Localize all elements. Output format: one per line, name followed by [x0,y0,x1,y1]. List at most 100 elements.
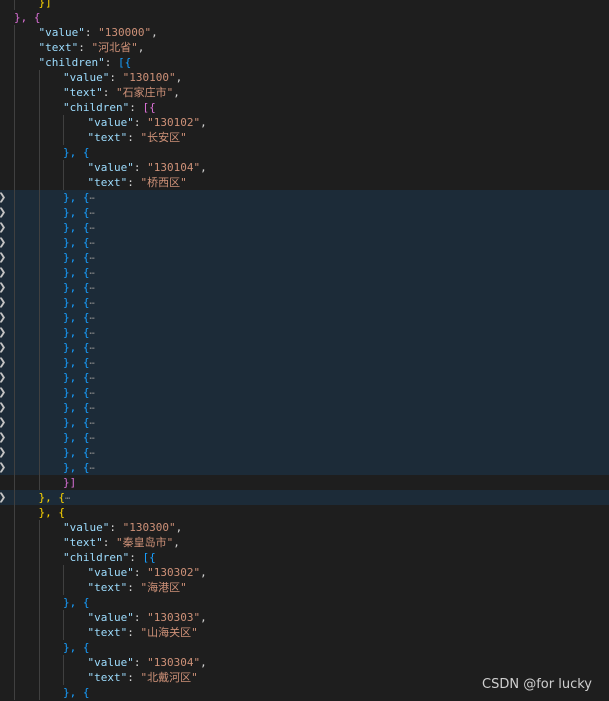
code-token: "河北省" [91,41,138,54]
chevron-right-icon[interactable]: ❯ [0,207,8,218]
code-line[interactable]: "children": [{ [0,55,609,70]
code-line[interactable]: }, { [0,10,609,25]
fold-ellipsis[interactable]: ⋯ [65,494,71,504]
chevron-right-icon[interactable]: ❯ [0,447,8,458]
chevron-right-icon[interactable]: ❯ [0,192,8,203]
folded-code-line[interactable]: ❯}, {⋯ [0,295,609,310]
code-token: }, { [14,11,41,24]
code-line[interactable]: "children": [{ [0,550,609,565]
chevron-right-icon[interactable]: ❯ [0,372,8,383]
folded-code-line[interactable]: ❯}, {⋯ [0,370,609,385]
folded-code-line[interactable]: ❯}, {⋯ [0,385,609,400]
folded-code-line[interactable]: ❯}, {⋯ [0,340,609,355]
fold-ellipsis[interactable]: ⋯ [90,284,96,294]
code-line[interactable]: }] [0,0,609,10]
code-line[interactable]: "value": "130300", [0,520,609,535]
fold-ellipsis[interactable]: ⋯ [90,359,96,369]
code-text: "text": "河北省", [39,40,145,55]
chevron-right-icon[interactable]: ❯ [0,297,8,308]
chevron-right-icon[interactable]: ❯ [0,492,8,503]
indent-guide [14,100,15,115]
fold-ellipsis[interactable]: ⋯ [90,374,96,384]
code-line[interactable]: "text": "桥西区" [0,175,609,190]
chevron-right-icon[interactable]: ❯ [0,222,8,233]
indent-guide [14,475,15,490]
code-line[interactable]: }, { [0,505,609,520]
chevron-right-icon[interactable]: ❯ [0,417,8,428]
fold-ellipsis[interactable]: ⋯ [90,449,96,459]
code-line[interactable]: "value": "130104", [0,160,609,175]
fold-ellipsis[interactable]: ⋯ [90,464,96,474]
code-line[interactable]: }] [0,475,609,490]
code-line[interactable]: "text": "秦皇岛市", [0,535,609,550]
folded-code-line[interactable]: ❯}, {⋯ [0,280,609,295]
chevron-right-icon[interactable]: ❯ [0,267,8,278]
indent-guide [14,115,15,130]
chevron-right-icon[interactable]: ❯ [0,387,8,398]
fold-ellipsis[interactable]: ⋯ [90,209,96,219]
folded-code-line[interactable]: ❯}, {⋯ [0,310,609,325]
code-line[interactable]: "value": "130102", [0,115,609,130]
folded-code-line[interactable]: ❯}, {⋯ [0,250,609,265]
fold-ellipsis[interactable]: ⋯ [90,254,96,264]
folded-code-line[interactable]: ❯}, {⋯ [0,445,609,460]
indent-guide [14,370,15,385]
folded-code-line[interactable]: ❯}, {⋯ [0,490,609,505]
code-line[interactable]: "children": [{ [0,100,609,115]
indent-guide [14,385,15,400]
folded-code-line[interactable]: ❯}, {⋯ [0,355,609,370]
code-line[interactable]: "value": "130302", [0,565,609,580]
folded-code-line[interactable]: ❯}, {⋯ [0,400,609,415]
code-line[interactable]: "value": "130303", [0,610,609,625]
folded-code-line[interactable]: ❯}, {⋯ [0,235,609,250]
fold-ellipsis[interactable]: ⋯ [90,389,96,399]
fold-ellipsis[interactable]: ⋯ [90,299,96,309]
code-line[interactable]: "text": "海港区" [0,580,609,595]
code-token: }, { [63,461,90,474]
code-line[interactable]: "text": "河北省", [0,40,609,55]
folded-code-line[interactable]: ❯}, {⋯ [0,325,609,340]
code-line[interactable]: "text": "山海关区" [0,625,609,640]
folded-code-line[interactable]: ❯}, {⋯ [0,415,609,430]
fold-ellipsis[interactable]: ⋯ [90,239,96,249]
chevron-right-icon[interactable]: ❯ [0,327,8,338]
code-line[interactable]: }, { [0,595,609,610]
chevron-right-icon[interactable]: ❯ [0,312,8,323]
fold-ellipsis[interactable]: ⋯ [90,434,96,444]
chevron-right-icon[interactable]: ❯ [0,357,8,368]
code-line[interactable]: "value": "130304", [0,655,609,670]
chevron-right-icon[interactable]: ❯ [0,282,8,293]
chevron-right-icon[interactable]: ❯ [0,432,8,443]
code-line[interactable]: "value": "130000", [0,25,609,40]
folded-code-line[interactable]: ❯ }, {⋯ [0,460,609,475]
indent-guide [14,565,15,580]
fold-ellipsis[interactable]: ⋯ [90,404,96,414]
code-line[interactable]: "text": "石家庄市", [0,85,609,100]
chevron-right-icon[interactable]: ❯ [0,342,8,353]
fold-ellipsis[interactable]: ⋯ [90,314,96,324]
code-line[interactable]: }, { [0,145,609,160]
fold-ellipsis[interactable]: ⋯ [90,344,96,354]
code-line[interactable]: "value": "130100", [0,70,609,85]
code-token: }, { [63,221,90,234]
folded-code-line[interactable]: ❯}, {⋯ [0,265,609,280]
folded-code-line[interactable]: ❯ }, {⋯ [0,220,609,235]
code-editor[interactable]: }]}, {"value": "130000", "text": "河北省", "c… [0,0,609,701]
chevron-right-icon[interactable]: ❯ [0,252,8,263]
fold-ellipsis[interactable]: ⋯ [90,194,96,204]
chevron-right-icon[interactable]: ❯ [0,402,8,413]
indent-guide [38,535,40,550]
chevron-right-icon[interactable]: ❯ [0,462,8,473]
folded-code-line[interactable]: ❯}, {⋯ [0,430,609,445]
fold-ellipsis[interactable]: ⋯ [90,419,96,429]
code-line[interactable]: }, { [0,640,609,655]
fold-ellipsis[interactable]: ⋯ [90,329,96,339]
code-line[interactable]: "text": "长安区" [0,130,609,145]
folded-code-line[interactable]: ❯}, {⋯ [0,205,609,220]
fold-ellipsis[interactable]: ⋯ [90,269,96,279]
code-text: "value": "130100", [63,70,182,85]
folded-code-line[interactable]: ❯}, {⋯ [0,190,609,205]
chevron-right-icon[interactable]: ❯ [0,237,8,248]
code-text: "text": "长安区" [88,130,187,145]
fold-ellipsis[interactable]: ⋯ [90,224,96,234]
